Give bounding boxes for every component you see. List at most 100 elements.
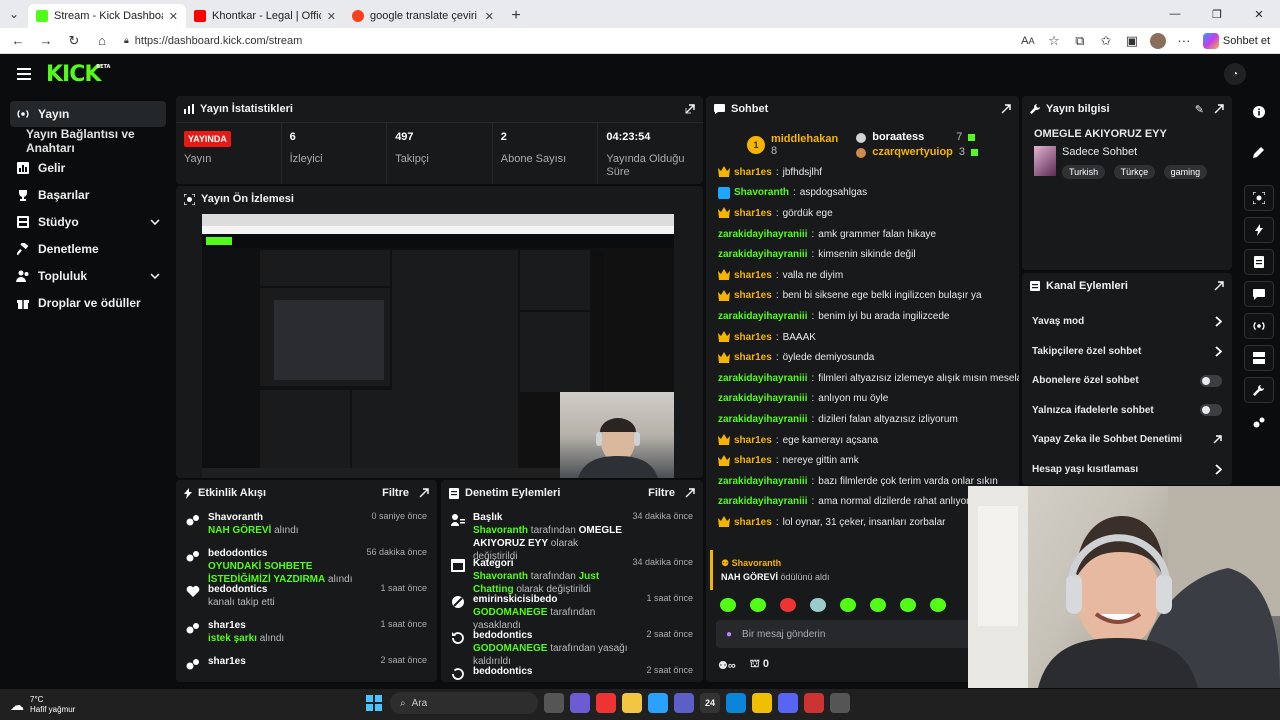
lightning-icon[interactable] (1243, 217, 1274, 243)
emote-icon[interactable] (900, 598, 916, 612)
maximize-icon[interactable]: ❐ (1196, 0, 1238, 28)
home-icon[interactable]: ⌂ (90, 30, 114, 52)
windows-start-icon[interactable] (364, 693, 384, 713)
sidebar-item-droplar[interactable]: Droplar ve ödüller (10, 290, 166, 316)
app-icon[interactable] (804, 693, 824, 713)
chat-message[interactable]: shar1es: nereye gittin amk (706, 450, 1019, 471)
chat-message[interactable]: zarakidayihayraniii: filmleri altyazısız … (706, 368, 1019, 389)
chat-username[interactable]: shar1es (734, 517, 772, 528)
user-menu-avatar[interactable]: ◔ (1224, 63, 1246, 85)
browser-tab-youtube[interactable]: Khontkar - Legal | Official Video - ✕ (186, 4, 344, 28)
chat-username[interactable]: zarakidayihayraniii (718, 393, 808, 404)
tag[interactable]: Turkish (1062, 165, 1106, 179)
chat-username[interactable]: zarakidayihayraniii (718, 229, 808, 240)
browser-tab-yandex[interactable]: google translate çeviri — Yandex: ✕ (344, 4, 502, 28)
tab-actions-chevron-icon[interactable]: ⌄ (0, 0, 28, 28)
taskbar-search[interactable]: ⌕ Ara (390, 692, 538, 714)
tag[interactable]: gaming (1163, 165, 1208, 179)
chat-message[interactable]: Shavoranth: aspdogsahlgas (706, 183, 1019, 204)
favorites-icon[interactable]: ✩ (1095, 30, 1117, 52)
browser-tab-kick[interactable]: Stream - Kick Dashboard ✕ (28, 4, 186, 28)
chat-message[interactable]: zarakidayihayraniii: anlıyon mu öyle (706, 389, 1019, 410)
chat-username[interactable]: Shavoranth (734, 187, 789, 198)
sidebar-item-gelir[interactable]: Gelir (10, 155, 166, 181)
preview-toggle-icon[interactable] (1243, 185, 1274, 211)
action-followers-only[interactable]: Takipçilere özel sohbet (1022, 337, 1232, 367)
app-badge-24[interactable]: 24 (700, 693, 720, 713)
category-name[interactable]: Sadece Sohbet (1062, 146, 1211, 158)
chat-username[interactable]: shar1es (734, 435, 772, 446)
extensions-icon[interactable]: ⧉ (1069, 30, 1091, 52)
chat-username[interactable]: shar1es (734, 290, 772, 301)
users-infinity-icon[interactable]: ⚉∞ (718, 659, 736, 672)
sidebar-item-studyo[interactable]: Stüdyo (10, 209, 166, 235)
emote-only-toggle[interactable] (1200, 404, 1222, 417)
app-icon[interactable] (596, 693, 616, 713)
subscribers-only-toggle[interactable] (1200, 374, 1222, 387)
stream-preview-video[interactable] (202, 214, 674, 478)
chat-username[interactable]: zarakidayihayraniii (718, 373, 808, 384)
read-aloud-icon[interactable]: AA (1017, 30, 1039, 52)
emote-icon[interactable] (930, 598, 946, 612)
expand-icon[interactable] (685, 488, 695, 498)
tab-close-icon[interactable]: ✕ (169, 10, 178, 23)
chat-message[interactable]: shar1es: gördük ege (706, 203, 1019, 224)
app-icon[interactable] (752, 693, 772, 713)
chat-username[interactable]: zarakidayihayraniii (718, 249, 808, 260)
edit-pencil-icon[interactable] (1244, 139, 1274, 165)
chat-username[interactable]: shar1es (734, 352, 772, 363)
tab-close-icon[interactable]: ✕ (327, 10, 336, 23)
chat-message[interactable]: shar1es: BAAAK (706, 327, 1019, 348)
more-menu-icon[interactable]: ··· (1173, 30, 1195, 52)
file-explorer-icon[interactable] (622, 693, 642, 713)
chat-username[interactable]: shar1es (734, 208, 772, 219)
action-subscribers-only[interactable]: Abonelere özel sohbet (1022, 366, 1232, 396)
emote-icon[interactable] (780, 598, 796, 612)
hamburger-menu-icon[interactable] (6, 56, 42, 92)
reload-icon[interactable]: ↻ (62, 30, 86, 52)
chat-message[interactable]: zarakidayihayraniii: amk grammer falan hi… (706, 224, 1019, 245)
chat-username[interactable]: shar1es (734, 332, 772, 343)
kick-logo[interactable]: KICK BETA (46, 62, 110, 87)
close-window-icon[interactable]: ✕ (1238, 0, 1280, 28)
chat-message[interactable]: shar1es: valla ne diyim (706, 265, 1019, 286)
chat-message[interactable]: shar1es: öylede demiyosunda (706, 347, 1019, 368)
chat-username[interactable]: shar1es (734, 270, 772, 281)
forward-icon[interactable]: → (34, 30, 58, 52)
teams-icon[interactable] (674, 693, 694, 713)
chat-username[interactable]: zarakidayihayraniii (718, 311, 808, 322)
weather-widget[interactable]: ☁ 7°C Hafif yağmur (0, 695, 75, 715)
new-tab-button[interactable]: + (502, 4, 530, 28)
chat-username[interactable]: zarakidayihayraniii (718, 476, 808, 487)
profile-avatar[interactable] (1147, 30, 1169, 52)
chat-bubble-icon[interactable] (1243, 281, 1274, 307)
info-icon[interactable] (1244, 99, 1274, 125)
sidebar-item-topluluk[interactable]: Topluluk (10, 263, 166, 289)
sidebar-item-denetleme[interactable]: Denetleme (10, 236, 166, 262)
chat-message[interactable]: shar1es: beni bi siksene ege belki ingili… (706, 286, 1019, 307)
emote-icon[interactable] (720, 598, 736, 612)
chat-message[interactable]: shar1es: ege kamerayı açsana (706, 430, 1019, 451)
task-view-icon[interactable] (544, 693, 564, 713)
action-slow-mode[interactable]: Yavaş mod (1022, 307, 1232, 337)
expand-icon[interactable] (685, 104, 695, 114)
edge-icon[interactable] (726, 693, 746, 713)
copilot-button[interactable]: Sohbet et (1199, 32, 1274, 49)
filter-button[interactable]: Filtre (382, 487, 409, 499)
broadcast-icon[interactable] (1243, 313, 1274, 339)
app-icon[interactable] (570, 693, 590, 713)
discord-icon[interactable] (778, 693, 798, 713)
points-counter[interactable]: ⛫ 0 (750, 658, 769, 672)
sidebar-item-basarilar[interactable]: Başarılar (10, 182, 166, 208)
action-account-age[interactable]: Hesap yaşı kısıtlaması (1022, 455, 1232, 485)
document-icon[interactable] (1243, 249, 1274, 275)
expand-icon[interactable] (1214, 104, 1224, 114)
chat-message[interactable]: shar1es: jbfhdsjlhf (706, 162, 1019, 183)
chat-username[interactable]: shar1es (734, 167, 772, 178)
expand-icon[interactable] (1214, 281, 1224, 291)
app-icon[interactable] (648, 693, 668, 713)
chat-message[interactable]: zarakidayihayraniii: dizileri falan altya… (706, 409, 1019, 430)
emote-icon[interactable] (870, 598, 886, 612)
chat-username[interactable]: shar1es (734, 455, 772, 466)
sidebar-item-stream-key[interactable]: Yayın Bağlantısı ve Anahtarı (10, 127, 166, 155)
